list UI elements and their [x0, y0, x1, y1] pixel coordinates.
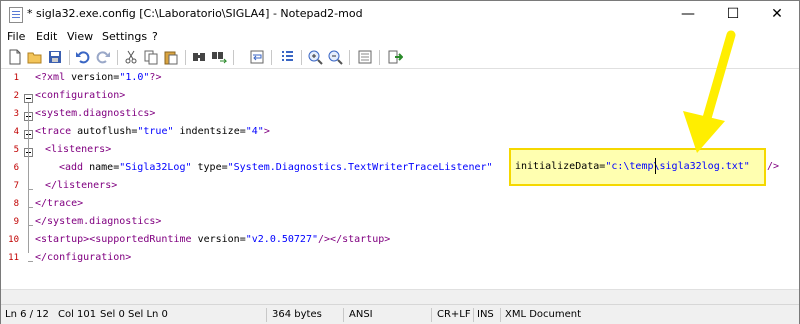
notepad-app-icon [9, 7, 23, 23]
redo-icon[interactable] [95, 49, 111, 65]
window-title: * sigla32.exe.config [C:\Laboratorio\SIG… [27, 7, 363, 20]
find-icon[interactable] [191, 49, 207, 65]
view-whitespace-icon[interactable] [279, 49, 295, 65]
code-line-11: </configuration> [35, 252, 132, 263]
toolbar-separator [69, 50, 70, 65]
toolbar-separator [301, 50, 302, 65]
minimize-button[interactable]: — [666, 1, 710, 27]
copy-icon[interactable] [143, 49, 159, 65]
zoom-in-icon[interactable] [307, 49, 323, 65]
line-number: 10 [8, 235, 19, 245]
status-line: Ln 6 / 12 [5, 309, 49, 320]
open-icon[interactable] [27, 49, 43, 65]
line-number: 1 [13, 73, 19, 83]
self-close-tag: /> [767, 161, 780, 172]
code-line-9: </system.diagnostics> [35, 216, 162, 227]
menu-help[interactable]: ? [152, 30, 158, 43]
horizontal-scrollbar[interactable] [1, 289, 799, 304]
highlighted-initialize-data: initializeData="c:\temp\sigla32log.txt" [515, 161, 750, 172]
line-number: 4 [13, 127, 19, 137]
fold-end-marker [28, 261, 33, 262]
status-separator [431, 308, 432, 322]
status-selection: Sel 0 [100, 309, 125, 320]
status-separator [343, 308, 344, 322]
line-number: 9 [13, 217, 19, 227]
new-icon[interactable] [7, 49, 23, 65]
code-line-5: <listeners> [45, 144, 112, 155]
fold-guide [28, 103, 29, 253]
scheme-icon[interactable] [357, 49, 373, 65]
status-scheme[interactable]: XML Document [505, 309, 581, 320]
status-separator [500, 308, 501, 322]
cut-icon[interactable] [123, 49, 139, 65]
line-number: 6 [13, 163, 19, 173]
code-line-2: <configuration> [35, 90, 126, 101]
annotation-arrow-icon [683, 30, 736, 153]
status-encoding[interactable]: ANSI [349, 309, 373, 320]
menu-file[interactable]: File [7, 30, 25, 43]
code-line-3: <system.diagnostics> [35, 108, 156, 119]
fold-toggle-configuration[interactable] [24, 94, 33, 103]
code-line-7: </listeners> [45, 180, 118, 191]
status-line-ending[interactable]: CR+LF [437, 309, 471, 320]
code-line-6: <add name="Sigla32Log" type="System.Diag… [59, 162, 493, 173]
fold-end-marker [28, 225, 33, 226]
toolbar-separator [233, 50, 234, 65]
toolbar-separator [117, 50, 118, 65]
line-number: 3 [13, 109, 19, 119]
undo-icon[interactable] [75, 49, 91, 65]
line-number: 7 [13, 181, 19, 191]
menu-edit[interactable]: Edit [36, 30, 57, 43]
text-caret [655, 158, 656, 174]
paste-icon[interactable] [163, 49, 179, 65]
code-line-4: <trace autoflush="true" indentsize="4"> [35, 126, 270, 137]
status-file-size: 364 bytes [272, 309, 322, 320]
zoom-out-icon[interactable] [327, 49, 343, 65]
toolbar-separator [185, 50, 186, 65]
save-icon[interactable] [47, 49, 63, 65]
status-insert-mode[interactable]: INS [477, 309, 494, 320]
toolbar-separator [379, 50, 380, 65]
status-column: Col 101 [58, 309, 97, 320]
fold-end-marker [28, 189, 33, 190]
maximize-button[interactable]: ☐ [711, 1, 755, 27]
fold-end-marker [28, 207, 33, 208]
line-number: 2 [13, 91, 19, 101]
wordwrap-icon[interactable] [249, 49, 265, 65]
title-bar[interactable]: * sigla32.exe.config [C:\Laboratorio\SIG… [1, 1, 799, 27]
line-number: 5 [13, 145, 19, 155]
toolbar-separator [271, 50, 272, 65]
status-separator [473, 308, 474, 322]
replace-icon[interactable] [211, 49, 227, 65]
notepad2-window: * sigla32.exe.config [C:\Laboratorio\SIG… [0, 0, 800, 324]
status-selected-lines: Sel Ln 0 [128, 309, 168, 320]
code-line-10: <startup><supportedRuntime version="v2.0… [35, 234, 391, 245]
line-number: 8 [13, 199, 19, 209]
close-button[interactable]: ✕ [755, 1, 799, 27]
code-line-8: </trace> [35, 198, 84, 209]
status-bar: Ln 6 / 12 Col 101 Sel 0 Sel Ln 0 364 byt… [1, 304, 799, 324]
exit-icon[interactable] [387, 49, 403, 65]
menu-view[interactable]: View [67, 30, 93, 43]
toolbar-separator [349, 50, 350, 65]
status-separator [266, 308, 267, 322]
line-number: 11 [8, 253, 19, 263]
menu-settings[interactable]: Settings [102, 30, 147, 43]
code-line-1: <?xml version="1.0"?> [35, 72, 162, 83]
